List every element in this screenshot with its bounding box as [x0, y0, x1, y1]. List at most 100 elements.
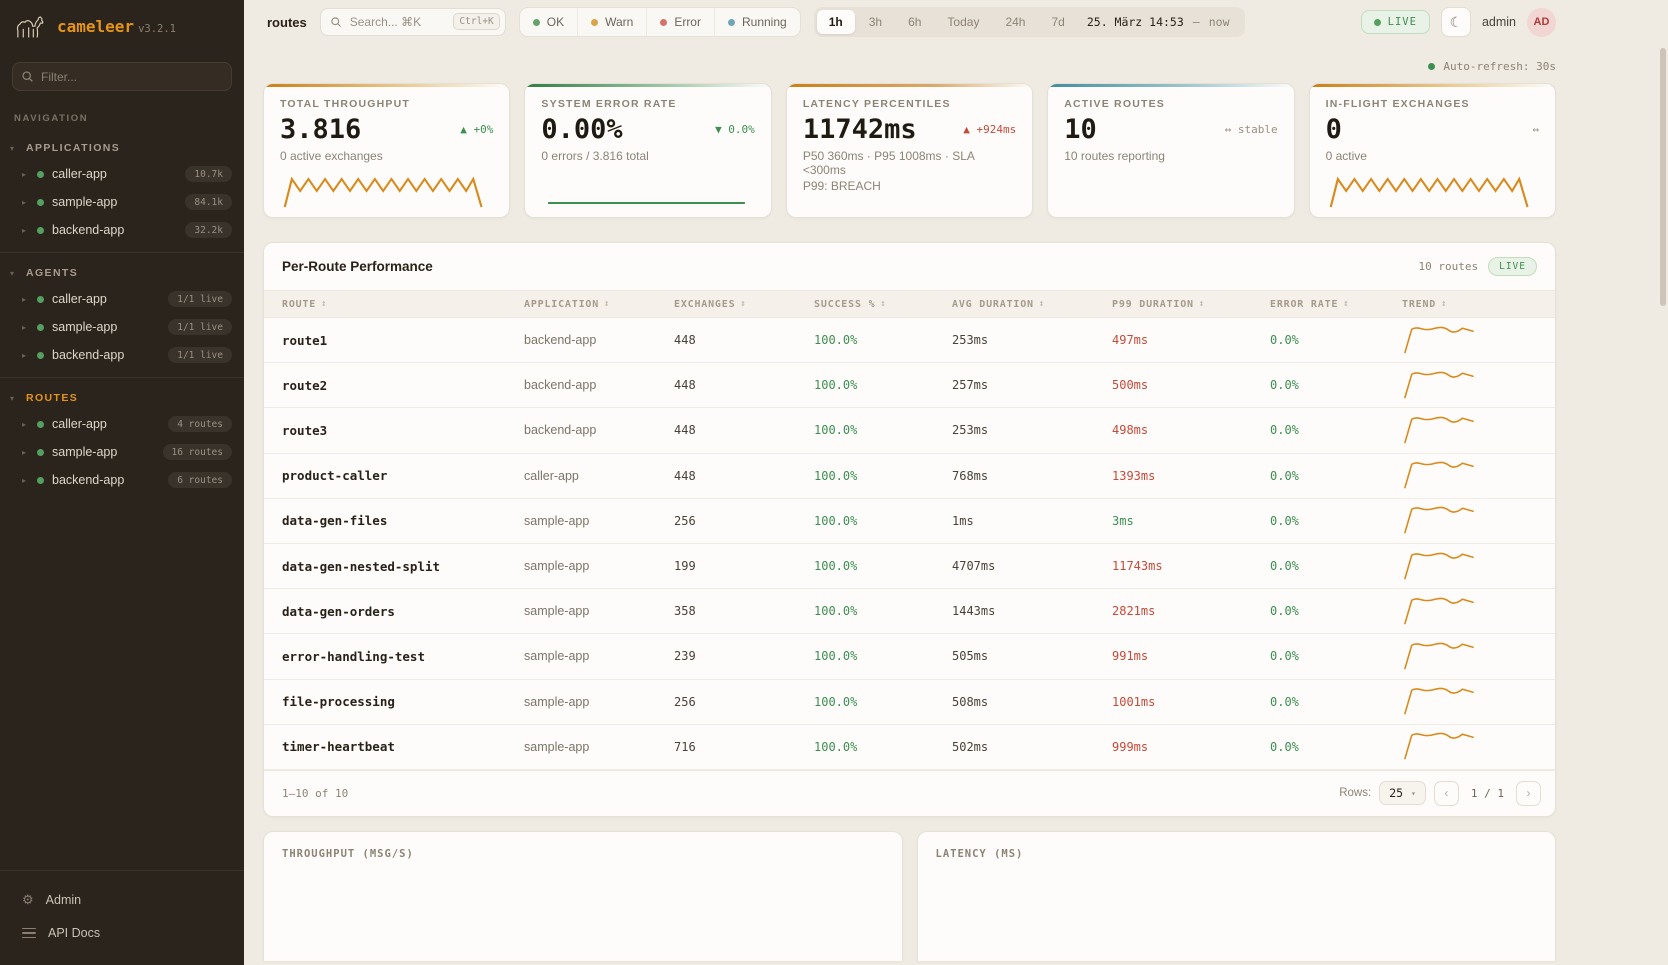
item-label: backend-app: [52, 473, 124, 487]
time-range-1h[interactable]: 1h: [817, 10, 855, 34]
item-badge: 1/1 live: [168, 347, 232, 363]
chip-label: Error: [674, 15, 701, 29]
cell-avg: 253ms: [934, 423, 1094, 437]
group-header-routes[interactable]: ▾ ROUTES: [0, 384, 244, 410]
table-row[interactable]: route2backend-app448100.0%257ms500ms0.0%: [264, 363, 1555, 408]
footer-label: API Docs: [48, 926, 100, 940]
cell-avg: 4707ms: [934, 559, 1094, 573]
filter-chip-running[interactable]: Running: [714, 8, 800, 36]
sidebar-item-sample-app[interactable]: ▸ sample-app 84.1k: [0, 188, 244, 216]
sidebar-item-agent-backend-app[interactable]: ▸ backend-app 1/1 live: [0, 341, 244, 369]
kpi-active-routes: ACTIVE ROUTES 10 ↔ stable 10 routes repo…: [1047, 83, 1294, 218]
sidebar-item-backend-app[interactable]: ▸ backend-app 32.2k: [0, 216, 244, 244]
sidebar-item-caller-app[interactable]: ▸ caller-app 10.7k: [0, 160, 244, 188]
table-row[interactable]: route1backend-app448100.0%253ms497ms0.0%: [264, 318, 1555, 363]
cell-error: 0.0%: [1252, 649, 1384, 663]
filter-chip-error[interactable]: Error: [646, 8, 714, 36]
sort-icon: ↕: [880, 299, 886, 309]
chevron-down-icon: ▾: [10, 269, 18, 278]
next-page-button[interactable]: ›: [1516, 781, 1541, 806]
trend-sparkline: [1384, 502, 1555, 539]
status-dot: [37, 477, 44, 484]
date-range-display[interactable]: 25. März 14:53 – now: [1079, 15, 1242, 29]
sidebar-filter-input[interactable]: [12, 62, 232, 91]
column-header-p99-duration[interactable]: P99 DURATION↕: [1094, 299, 1252, 310]
topbar: routes Ctrl+K OK Warn Error Running 1h 3…: [244, 0, 1668, 44]
rows-per-page-select[interactable]: 25▾: [1379, 781, 1426, 805]
item-badge: 16 routes: [163, 444, 232, 460]
group-header-agents[interactable]: ▾ AGENTS: [0, 259, 244, 285]
sidebar-item-api-docs[interactable]: API Docs: [0, 917, 244, 949]
table-row[interactable]: data-gen-nested-splitsample-app199100.0%…: [264, 544, 1555, 589]
theme-toggle-button[interactable]: ☾: [1441, 7, 1471, 37]
column-header-avg-duration[interactable]: AVG DURATION↕: [934, 299, 1094, 310]
cell-app: sample-app: [506, 695, 656, 709]
item-label: backend-app: [52, 348, 124, 362]
refresh-dot-icon: [1428, 63, 1435, 70]
table-title: Per-Route Performance: [282, 259, 433, 274]
time-range-24h[interactable]: 24h: [993, 10, 1037, 34]
status-dot: [37, 449, 44, 456]
live-label: LIVE: [1388, 16, 1417, 28]
column-header-exchanges[interactable]: EXCHANGES↕: [656, 299, 796, 310]
app-logo[interactable]: cameleerv3.2.1: [0, 0, 244, 52]
column-header-success[interactable]: SUCCESS %↕: [796, 299, 934, 310]
column-header-trend[interactable]: TREND↕: [1384, 299, 1555, 310]
column-header-route[interactable]: ROUTE↕: [264, 299, 506, 310]
time-range-today[interactable]: Today: [935, 10, 991, 34]
table-row[interactable]: error-handling-testsample-app239100.0%50…: [264, 634, 1555, 679]
kpi-delta: ▲ +0%: [460, 123, 493, 136]
table-row[interactable]: timer-heartbeatsample-app716100.0%502ms9…: [264, 725, 1555, 770]
sidebar-item-routes-backend-app[interactable]: ▸ backend-app 6 routes: [0, 466, 244, 494]
group-header-applications[interactable]: ▾ APPLICATIONS: [0, 134, 244, 160]
scrollbar[interactable]: [1660, 48, 1666, 965]
time-range-6h[interactable]: 6h: [896, 10, 933, 34]
column-header-application[interactable]: APPLICATION↕: [506, 299, 656, 310]
time-range-group: 1h 3h 6h Today 24h 7d 25. März 14:53 – n…: [814, 7, 1245, 37]
cell-p99: 11743ms: [1094, 559, 1252, 573]
camel-logo-icon: [14, 14, 48, 40]
table-row[interactable]: data-gen-filessample-app256100.0%1ms3ms0…: [264, 499, 1555, 544]
filter-chip-ok[interactable]: OK: [520, 8, 577, 36]
column-header-error-rate[interactable]: ERROR RATE↕: [1252, 299, 1384, 310]
sidebar-item-agent-sample-app[interactable]: ▸ sample-app 1/1 live: [0, 313, 244, 341]
cell-avg: 257ms: [934, 378, 1094, 392]
status-filter-group: OK Warn Error Running: [519, 7, 801, 37]
cell-p99: 498ms: [1094, 423, 1252, 437]
trend-sparkline: [1384, 412, 1555, 449]
scrollbar-thumb[interactable]: [1660, 48, 1666, 306]
table-row[interactable]: product-callercaller-app448100.0%768ms13…: [264, 454, 1555, 499]
sidebar-item-routes-sample-app[interactable]: ▸ sample-app 16 routes: [0, 438, 244, 466]
sort-icon: ↕: [321, 299, 327, 309]
avatar[interactable]: AD: [1527, 8, 1556, 37]
trend-sparkline: [1384, 638, 1555, 675]
cell-exchanges: 199: [656, 559, 796, 573]
item-label: sample-app: [52, 195, 117, 209]
time-range-7d[interactable]: 7d: [1039, 10, 1076, 34]
cell-error: 0.0%: [1252, 333, 1384, 347]
cell-route: file-processing: [264, 694, 506, 709]
cell-p99: 2821ms: [1094, 604, 1252, 618]
chevron-down-icon: ▾: [10, 144, 18, 153]
sidebar-item-agent-caller-app[interactable]: ▸ caller-app 1/1 live: [0, 285, 244, 313]
sort-icon: ↕: [1343, 299, 1349, 309]
cell-success: 100.0%: [796, 333, 934, 347]
table-row[interactable]: route3backend-app448100.0%253ms498ms0.0%: [264, 408, 1555, 453]
trend-sparkline: [1384, 322, 1555, 359]
cell-exchanges: 256: [656, 514, 796, 528]
sidebar-item-admin[interactable]: ⚙ Admin: [0, 883, 244, 917]
cell-app: sample-app: [506, 740, 656, 754]
table-row[interactable]: file-processingsample-app256100.0%508ms1…: [264, 680, 1555, 725]
cell-p99: 497ms: [1094, 333, 1252, 347]
cell-p99: 1393ms: [1094, 469, 1252, 483]
time-range-3h[interactable]: 3h: [857, 10, 894, 34]
routes-count: 10 routes: [1419, 260, 1479, 273]
live-badge[interactable]: LIVE: [1361, 10, 1430, 34]
prev-page-button[interactable]: ‹: [1434, 781, 1459, 806]
table-row[interactable]: data-gen-orderssample-app358100.0%1443ms…: [264, 589, 1555, 634]
sidebar-item-routes-caller-app[interactable]: ▸ caller-app 4 routes: [0, 410, 244, 438]
page-indicator: 1 / 1: [1467, 787, 1508, 800]
filter-chip-warn[interactable]: Warn: [577, 8, 646, 36]
cell-success: 100.0%: [796, 649, 934, 663]
cell-success: 100.0%: [796, 695, 934, 709]
